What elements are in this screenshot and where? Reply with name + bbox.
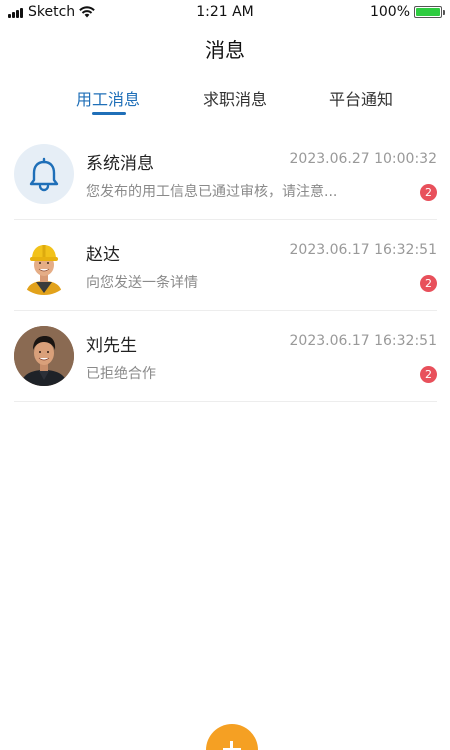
- message-time: 2023.06.17 16:32:51: [289, 242, 438, 258]
- avatar: [14, 235, 74, 295]
- tab-employment-messages[interactable]: 用工消息: [76, 86, 140, 110]
- message-preview: 向您发送一条详情: [86, 275, 198, 291]
- list-item[interactable]: 系统消息 2023.06.27 10:00:32 您发布的用工信息已通过审核，请…: [14, 129, 437, 220]
- message-time: 2023.06.17 16:32:51: [289, 333, 438, 349]
- status-bar: Sketch 1:21 AM 100%: [0, 0, 450, 26]
- unread-badge: 2: [420, 275, 437, 292]
- list-item[interactable]: 赵达 2023.06.17 16:32:51 向您发送一条详情 2: [14, 220, 437, 311]
- list-item[interactable]: 刘先生 2023.06.17 16:32:51 已拒绝合作 2: [14, 311, 437, 402]
- avatar: [14, 144, 74, 204]
- active-tab-indicator: [92, 112, 126, 115]
- unread-badge: 2: [420, 366, 437, 383]
- avatar: [14, 326, 74, 386]
- worker-avatar-icon: [26, 245, 62, 295]
- tab-bar: 用工消息 求职消息 平台通知: [0, 86, 450, 120]
- tab-job-seeking-messages[interactable]: 求职消息: [203, 86, 267, 110]
- messages-screen: Sketch 1:21 AM 100% 消息 用工消息 求职消息 平台通知 系统…: [0, 0, 450, 750]
- unread-badge: 2: [420, 184, 437, 201]
- bell-icon: [29, 157, 59, 192]
- battery-icon: [414, 6, 445, 18]
- add-button[interactable]: [206, 724, 258, 750]
- status-bar-right: 100%: [369, 4, 445, 20]
- message-preview: 已拒绝合作: [86, 366, 156, 382]
- message-time: 2023.06.27 10:00:32: [289, 151, 438, 167]
- page-title: 消息: [205, 38, 245, 62]
- sender-name: 赵达: [86, 245, 120, 265]
- person-avatar-icon: [14, 326, 74, 386]
- sender-name: 系统消息: [86, 154, 154, 174]
- tab-platform-notices[interactable]: 平台通知: [329, 86, 393, 110]
- plus-icon-vertical: [230, 741, 233, 750]
- battery-percent: 100%: [369, 4, 410, 20]
- sender-name: 刘先生: [86, 336, 137, 356]
- message-preview: 您发布的用工信息已通过审核，请注意...: [86, 184, 338, 200]
